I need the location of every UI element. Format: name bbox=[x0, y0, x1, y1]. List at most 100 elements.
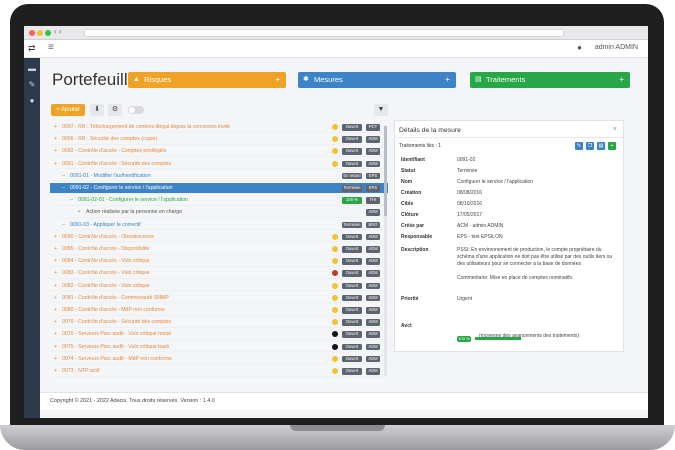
expand-icon[interactable]: + bbox=[54, 366, 57, 377]
tree-row[interactable]: −0091-02 - Configurer le service / l'app… bbox=[50, 183, 388, 194]
collapse-icon[interactable]: − bbox=[62, 171, 65, 182]
traitements-button[interactable]: ▤ Traitements + bbox=[470, 72, 630, 88]
field-value: ACM - admin ADMIN bbox=[457, 223, 504, 229]
tree-row[interactable]: +0090 - Contrôle d'accès - Obsolescence O… bbox=[50, 232, 388, 243]
gear-icon[interactable]: ⚙ bbox=[108, 104, 122, 116]
status-badge: ADM bbox=[366, 270, 380, 277]
minimize-dot-icon[interactable] bbox=[37, 30, 43, 36]
tree-row[interactable]: +0096 - RR : Sécurité des comptes (copie… bbox=[50, 134, 388, 145]
wrench-icon[interactable]: ✎ bbox=[27, 80, 37, 90]
expand-icon[interactable]: + bbox=[54, 354, 57, 365]
tree-row[interactable]: +0082 - Contrôle d'accès - Vuln critique… bbox=[50, 281, 388, 292]
linked-treatments: Traitements liés : 1 bbox=[399, 143, 442, 149]
expand-icon[interactable]: + bbox=[54, 232, 57, 243]
expand-icon[interactable]: + bbox=[54, 256, 57, 267]
document-icon[interactable]: ▤ bbox=[597, 142, 605, 150]
filter-icon[interactable]: ▼ bbox=[374, 104, 388, 116]
expand-icon[interactable]: + bbox=[54, 146, 57, 157]
expand-icon[interactable]: + bbox=[54, 159, 57, 170]
tree-row[interactable]: +0075 - Serveurs Parc audit - Vuln criti… bbox=[50, 342, 388, 353]
expand-icon[interactable]: + bbox=[54, 244, 57, 255]
tree-row[interactable]: −0091-03 - Appliquer le correctif Terminé… bbox=[50, 220, 388, 231]
collapse-icon[interactable]: − bbox=[62, 183, 65, 194]
tree-row[interactable]: +0092 - Contrôle d'accès - Comptes privi… bbox=[50, 146, 388, 157]
tree-row[interactable]: +0079 - Contrôle d'accès - Sécurité des … bbox=[50, 317, 388, 328]
status-badge: Ouvert bbox=[342, 282, 362, 290]
expand-icon[interactable]: + bbox=[54, 122, 57, 133]
collapse-icon[interactable]: − bbox=[62, 220, 65, 231]
tree-row[interactable]: +0084 - Contrôle d'accès - Vuln critique… bbox=[50, 256, 388, 267]
field-label: Cible bbox=[401, 201, 414, 207]
tree-row[interactable]: ▪ Action réalisée par la personne en char… bbox=[50, 207, 388, 218]
tree-row-label: 0080 - Contrôle d'accès - MdP non confor… bbox=[62, 307, 165, 313]
tree-row[interactable]: +0091 - Contrôle d'accès - Sécurité des … bbox=[50, 159, 388, 170]
tree-row-label: 0079 - Contrôle d'accès - Sécurité des c… bbox=[62, 319, 172, 326]
tree-row[interactable]: +0083 - Contrôle d'accès - Vuln critique… bbox=[50, 268, 388, 279]
close-icon[interactable]: × bbox=[613, 126, 617, 133]
status-badge: ADM bbox=[366, 209, 380, 216]
view-toggle[interactable] bbox=[128, 106, 144, 114]
tree-row[interactable]: +0085 - Contrôle d'accès - Disponibilité… bbox=[50, 244, 388, 255]
close-dot-icon[interactable] bbox=[29, 30, 35, 36]
edit-icon[interactable]: ✎ bbox=[575, 142, 583, 150]
copy-icon[interactable]: ❐ bbox=[586, 142, 594, 150]
user-name[interactable]: admin ADMIN bbox=[595, 44, 638, 51]
tree-row-label: 0091-02-01 - Configurer le service / l'a… bbox=[78, 197, 188, 204]
expand-icon[interactable]: + bbox=[54, 305, 57, 316]
expand-icon[interactable]: + bbox=[54, 268, 57, 279]
expand-icon[interactable]: + bbox=[54, 317, 57, 328]
status-badge: ADM bbox=[366, 258, 380, 265]
tree-row[interactable]: +0097 - RR : Téléchargement de contenu i… bbox=[50, 122, 388, 133]
tree-row-label: 0092 - Contrôle d'accès - Comptes privil… bbox=[62, 148, 167, 155]
maximize-dot-icon[interactable] bbox=[45, 30, 51, 36]
download-icon[interactable]: ⬇ bbox=[90, 104, 104, 116]
tree-row[interactable]: +0073 - NTP actif Ouvert ADM bbox=[50, 366, 388, 377]
tree-row[interactable]: −0091-01 - Modifier l'authentification En… bbox=[50, 171, 388, 182]
users-icon[interactable]: ● bbox=[27, 96, 37, 106]
status-badge: Ouvert bbox=[342, 233, 362, 241]
status-dot bbox=[332, 148, 338, 155]
status-dot bbox=[332, 258, 338, 265]
tree-row-label: 0091-01 - Modifier l'authentification bbox=[70, 172, 151, 179]
tree-row[interactable]: +0081 - Contrôle d'accès - Communauté SN… bbox=[50, 293, 388, 304]
expand-icon[interactable]: + bbox=[54, 281, 57, 292]
field-value: 17/05/2017 bbox=[457, 212, 483, 218]
status-badge: ADM bbox=[366, 307, 380, 314]
nav-arrows-icon[interactable]: ‹ › bbox=[54, 27, 62, 36]
cogs-icon: ✱ bbox=[303, 76, 309, 83]
risques-button[interactable]: ▲ Risques + bbox=[128, 72, 286, 88]
field-label: Description bbox=[401, 247, 429, 253]
tree-row[interactable]: −0091-02-01 - Configurer le service / l'… bbox=[50, 195, 388, 206]
address-bar[interactable] bbox=[84, 29, 564, 37]
status-badge: Terminée bbox=[342, 221, 362, 229]
tree-row[interactable]: +0076 - Serveurs Parc audit - Vuln criti… bbox=[50, 329, 388, 340]
collapse-icon[interactable]: − bbox=[70, 195, 73, 206]
tree-row-label: 0090 - Contrôle d'accès - Obsolescence bbox=[62, 233, 155, 240]
plus-icon: + bbox=[619, 75, 624, 84]
add-icon[interactable]: + bbox=[608, 142, 616, 150]
document-icon[interactable]: ▪ bbox=[78, 207, 80, 218]
status-badge: Ouvert bbox=[342, 148, 362, 155]
folder-icon[interactable]: ▬ bbox=[27, 64, 37, 74]
copyright-text: Copyright © 2021 - 2022 Adacis. Tous dro… bbox=[50, 398, 215, 404]
tree-row[interactable]: +0074 - Serveurs Parc audit - MdP non co… bbox=[50, 354, 388, 365]
expand-icon[interactable]: + bbox=[54, 293, 57, 304]
tree-row-label: 0085 - Contrôle d'accès - Disponibilité bbox=[62, 246, 150, 252]
status-badge: 100 % bbox=[342, 197, 362, 204]
status-dot bbox=[332, 270, 338, 277]
mesures-button[interactable]: ✱ Mesures + bbox=[298, 72, 456, 88]
field-label: Création bbox=[401, 190, 422, 196]
expand-icon[interactable]: + bbox=[54, 329, 57, 340]
status-badge: ADM bbox=[366, 282, 380, 290]
tree-row-label: 0083 - Contrôle d'accès - Vuln critique bbox=[62, 270, 150, 277]
hamburger-icon[interactable]: ≡ bbox=[48, 42, 54, 53]
status-dot bbox=[332, 331, 338, 338]
status-badge: ADM bbox=[366, 233, 380, 241]
expand-icon[interactable]: + bbox=[54, 342, 57, 353]
tree-row[interactable]: +0080 - Contrôle d'accès - MdP non confo… bbox=[50, 305, 388, 316]
tree-scroll-thumb[interactable] bbox=[384, 126, 387, 216]
traitements-label: Traitements bbox=[486, 75, 526, 84]
add-button[interactable]: + Ajouter bbox=[51, 104, 85, 116]
shuffle-icon[interactable]: ⇄ bbox=[28, 43, 36, 54]
expand-icon[interactable]: + bbox=[54, 134, 57, 145]
